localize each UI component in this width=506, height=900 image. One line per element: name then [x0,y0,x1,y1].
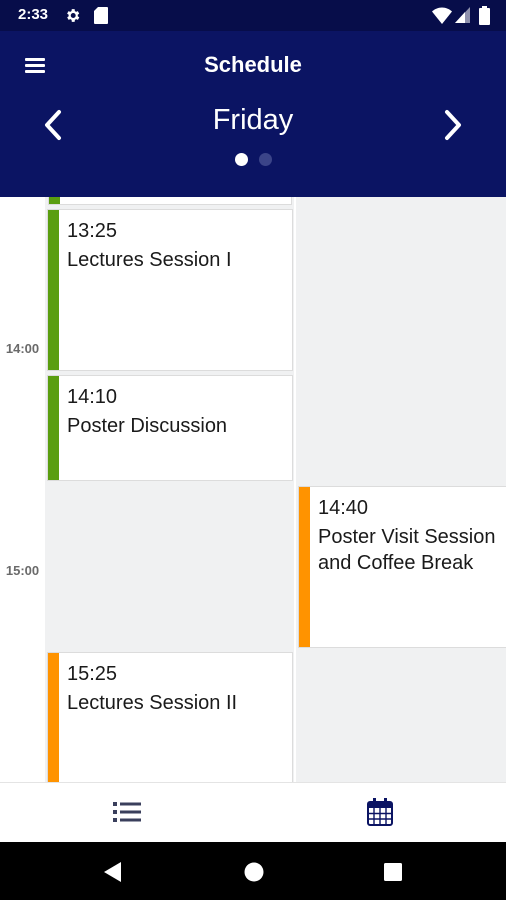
list-icon [113,802,141,822]
recents-button[interactable] [380,859,406,885]
event-card[interactable]: 13:25 Lectures Session I [47,209,293,371]
chevron-left-icon [45,110,61,140]
settings-gear-icon [67,9,80,22]
wifi-icon [432,7,452,24]
next-day-button[interactable] [433,103,473,147]
event-color-bar [49,197,60,204]
event-time: 14:10 [67,386,118,408]
previous-day-button[interactable] [34,103,74,147]
event-title: Lectures Session II [67,692,238,714]
event-card[interactable]: 15:25 Lectures Session II [47,652,293,782]
time-label-14: 14:00 [5,341,40,356]
event-title: Lectures Session I [67,249,232,271]
battery-icon [479,6,490,25]
event-color-bar [48,653,59,782]
calendar-icon [367,798,393,826]
event-color-bar [299,487,310,647]
event-color-bar [48,210,59,370]
status-bar: 2:33 [0,0,506,31]
page-indicator-dot [259,153,272,166]
event-title-line: Poster Visit Session [318,526,496,548]
list-view-tab[interactable] [0,783,253,843]
back-button[interactable] [100,859,126,885]
system-navigation-bar [0,842,506,900]
event-time: 13:25 [67,220,118,242]
app-bar: Schedule Friday [0,31,506,197]
sd-card-icon [94,7,108,24]
event-title: Poster Discussion [67,415,228,437]
event-card[interactable]: 14:10 Poster Discussion [47,375,293,481]
event-color-bar [48,376,59,480]
back-icon [104,862,121,882]
page-title: Schedule [204,52,302,77]
cell-signal-icon [455,7,470,23]
event-title: Poster Visit Session and Coffee Break [318,524,496,576]
page-indicator-dot-active [235,153,248,166]
bottom-navigation [0,782,506,842]
event-card-partial[interactable] [48,197,292,205]
event-card[interactable]: 14:40 Poster Visit Session and Coffee Br… [298,486,506,648]
chevron-right-icon [445,110,461,140]
calendar-view-tab[interactable] [253,783,506,843]
day-title: Friday [212,104,294,136]
status-time: 2:33 [18,6,49,23]
schedule-grid[interactable]: 14:00 15:00 13:25 Lectures Session I 14:… [0,197,506,782]
home-button[interactable] [241,859,267,885]
event-time: 14:40 [318,497,369,519]
recents-icon [384,863,402,881]
time-label-15: 15:00 [5,563,40,578]
home-icon [244,862,264,882]
event-title-line: and Coffee Break [318,552,474,574]
event-time: 15:25 [67,663,118,685]
